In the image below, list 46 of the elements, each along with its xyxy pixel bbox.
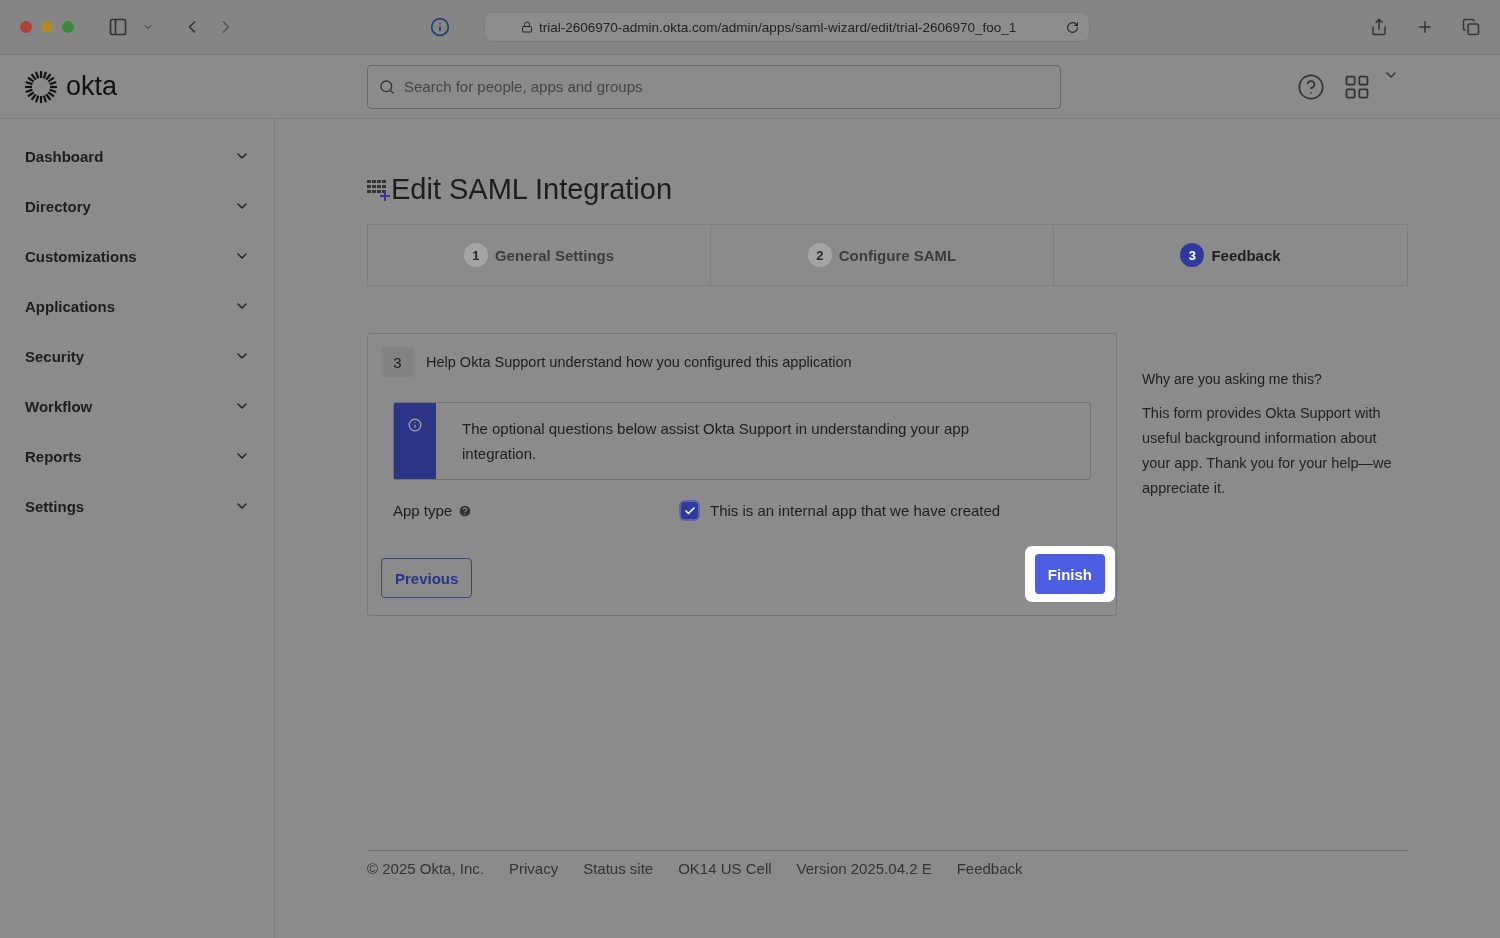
url-text: trial-2606970-admin.okta.com/admin/apps/saml-wizard/edit/trial-2606970_foo_1 (539, 19, 1017, 35)
help-icon[interactable] (458, 503, 473, 518)
aside-heading: Why are you asking me this? (1142, 371, 1323, 387)
checkbox-label: This is an internal app that we have created (710, 502, 1001, 519)
help-icon[interactable] (1297, 72, 1325, 101)
footer-link[interactable]: Status site (583, 860, 654, 877)
wizard-step[interactable]: 2 Configure SAML (711, 225, 1054, 285)
search-field[interactable]: Search for people, apps and groups (367, 64, 1061, 109)
share-icon[interactable] (1370, 18, 1388, 36)
checkbox[interactable] (681, 502, 698, 519)
wizard-step[interactable]: 3 Feedback (1054, 225, 1407, 285)
wizard-step[interactable]: 1 General Settings (368, 225, 711, 285)
sidebar-item[interactable]: Workflow (0, 381, 274, 431)
field-label: App type (393, 502, 453, 519)
previous-button[interactable]: Previous (381, 558, 473, 598)
page-title: Edit SAML Integration (391, 172, 673, 206)
address-bar[interactable]: trial-2606970-admin.okta.com/admin/apps/saml-wizard/edit/trial-2606970_foo_1 (484, 12, 1090, 42)
sidebar-item[interactable]: Applications (0, 281, 274, 331)
logo-text: okta (66, 71, 118, 102)
lock-icon (521, 21, 533, 33)
sidebar-item[interactable]: Reports (0, 431, 274, 481)
aside-text: This form provides Okta Support with useful background information about your app. Thank you for your help—we appreciate it. (1142, 404, 1393, 498)
info-icon (408, 418, 422, 432)
reload-icon[interactable] (1066, 20, 1079, 34)
footer-link[interactable]: Privacy (508, 860, 559, 877)
search-icon (379, 78, 395, 95)
check-icon (683, 504, 696, 517)
sidebar-item[interactable]: Settings (0, 481, 274, 531)
logo-icon (24, 69, 58, 104)
plus-icon[interactable] (1416, 18, 1434, 36)
section-heading: Help Okta Support understand how you configured this application (426, 354, 852, 370)
sidebar-item[interactable]: Dashboard (0, 131, 274, 181)
copyright-text: © 2025 Okta, Inc. (367, 860, 484, 877)
sidebar-item[interactable]: Security (0, 331, 274, 381)
footer-link[interactable]: OK14 US Cell (678, 860, 772, 877)
password-manager-icon[interactable] (430, 17, 450, 37)
sidebar-icon[interactable] (108, 17, 128, 37)
tabs-icon[interactable] (1462, 18, 1480, 36)
finish-button[interactable]: Finish (1034, 554, 1105, 594)
sidebar-item[interactable]: Directory (0, 181, 274, 231)
section-number: 3 (381, 347, 414, 377)
app-grid-icon (367, 177, 391, 201)
footer-link[interactable]: Version 2025.04.2 E (796, 860, 932, 877)
info-text: The optional questions below assist Okta Support in understanding your app integration. (461, 419, 970, 464)
sidebar-item[interactable]: Customizations (0, 231, 274, 281)
footer-link[interactable]: Feedback (956, 860, 1023, 877)
